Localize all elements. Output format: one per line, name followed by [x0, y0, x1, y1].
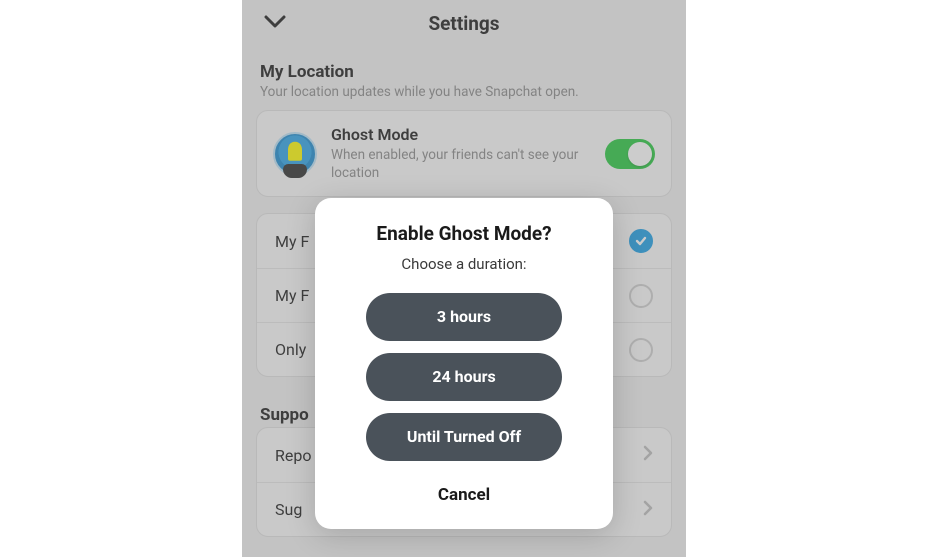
ghost-mode-duration-modal: Enable Ghost Mode? Choose a duration: 3 …	[315, 198, 613, 529]
modal-title: Enable Ghost Mode?	[335, 222, 593, 245]
settings-screen: Settings My Location Your location updat…	[242, 0, 686, 557]
duration-3-hours-button[interactable]: 3 hours	[366, 293, 562, 341]
duration-until-off-button[interactable]: Until Turned Off	[366, 413, 562, 461]
duration-24-hours-button[interactable]: 24 hours	[366, 353, 562, 401]
cancel-button[interactable]: Cancel	[335, 473, 593, 519]
modal-subtitle: Choose a duration:	[335, 255, 593, 273]
